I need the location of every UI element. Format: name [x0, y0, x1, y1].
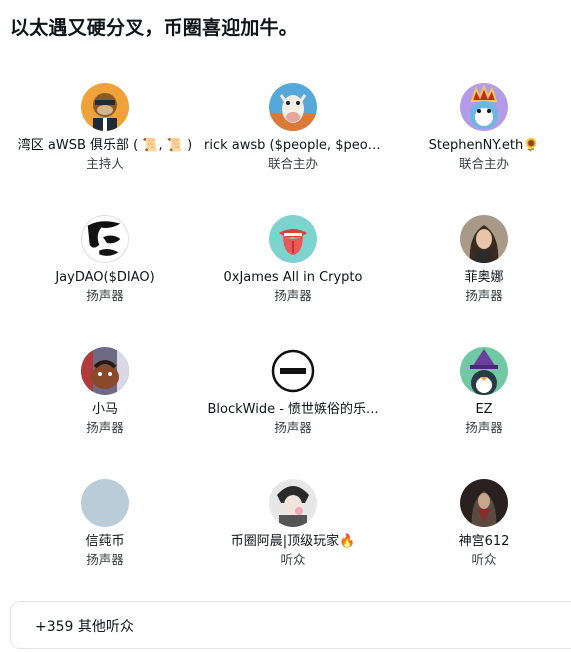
participant-role: 扬声器 [274, 420, 312, 435]
participant-role: 主持人 [86, 156, 124, 171]
participant-speaker[interactable]: 信莼币 扬声器 [10, 479, 200, 568]
participant-speaker[interactable]: 0xJames All in Crypto 扬声器 [198, 215, 388, 304]
participant-speaker[interactable]: EZ 扬声器 [389, 347, 571, 436]
participant-role: 扬声器 [86, 288, 124, 303]
participant-cohost[interactable]: StephenNY.eth🌻 联合主办 [389, 83, 571, 172]
participant-name: rick awsb ($people, $peop... [204, 138, 388, 153]
participant-role: 扬声器 [86, 420, 124, 435]
participant-name: EZ [475, 402, 493, 417]
participant-listener[interactable]: 神宫612 听众 [389, 479, 571, 568]
default-avatar-icon [81, 479, 129, 527]
participant-role: 扬声器 [274, 288, 312, 303]
cow-avatar-icon [269, 83, 317, 131]
participant-role: 扬声器 [465, 288, 503, 303]
participant-name: 小马 [91, 402, 118, 417]
pony-avatar-icon [81, 347, 129, 395]
participant-role: 联合主办 [267, 156, 318, 171]
other-listeners-label: +359 其他听众 [35, 619, 134, 635]
participant-name: 神宫612 [458, 534, 510, 549]
woman-photo-avatar-icon [460, 215, 508, 263]
participant-role: 扬声器 [86, 552, 124, 567]
participant-host[interactable]: 湾区 aWSB 俱乐部 ( 📜, 📜 ) 主持人 [10, 83, 200, 172]
dark-figure-avatar-icon [460, 479, 508, 527]
space-title: 以太遇又硬分叉，币圈喜迎加牛。 [10, 17, 299, 39]
ink-face-avatar-icon [81, 215, 129, 263]
participant-role: 听众 [280, 552, 306, 567]
blockwide-logo-avatar-icon [269, 347, 317, 395]
participant-listener[interactable]: 币圈阿晨|顶级玩家🔥 听众 [198, 479, 388, 568]
participant-name: JayDAO($DIAO) [55, 270, 155, 285]
participant-cohost[interactable]: rick awsb ($people, $peop... 联合主办 [198, 83, 388, 172]
participant-name: StephenNY.eth🌻 [428, 138, 540, 153]
participant-name: 湾区 aWSB 俱乐部 ( 📜, 📜 ) [17, 138, 193, 153]
participant-role: 联合主办 [458, 156, 509, 171]
participant-speaker[interactable]: BlockWide - 愤世嫉俗的乐... 扬声器 [198, 347, 388, 436]
participant-name: 信莼币 [85, 534, 125, 549]
participant-speaker[interactable]: JayDAO($DIAO) 扬声器 [10, 215, 200, 304]
participant-role: 听众 [471, 552, 497, 567]
other-listeners-button[interactable]: +359 其他听众 [10, 601, 571, 649]
participant-name: BlockWide - 愤世嫉俗的乐... [207, 402, 379, 417]
wizard-penguin-avatar-icon [460, 347, 508, 395]
ape-avatar-icon [81, 83, 129, 131]
participant-name: 菲奥娜 [464, 270, 504, 285]
participant-role: 扬声器 [465, 420, 503, 435]
participant-speaker[interactable]: 小马 扬声器 [10, 347, 200, 436]
crowned-penguin-avatar-icon [460, 83, 508, 131]
tongue-avatar-icon [269, 215, 317, 263]
participant-name: 币圈阿晨|顶级玩家🔥 [230, 534, 356, 549]
anime-avatar-icon [269, 479, 317, 527]
participant-name: 0xJames All in Crypto [223, 270, 363, 285]
participant-speaker[interactable]: 菲奥娜 扬声器 [389, 215, 571, 304]
